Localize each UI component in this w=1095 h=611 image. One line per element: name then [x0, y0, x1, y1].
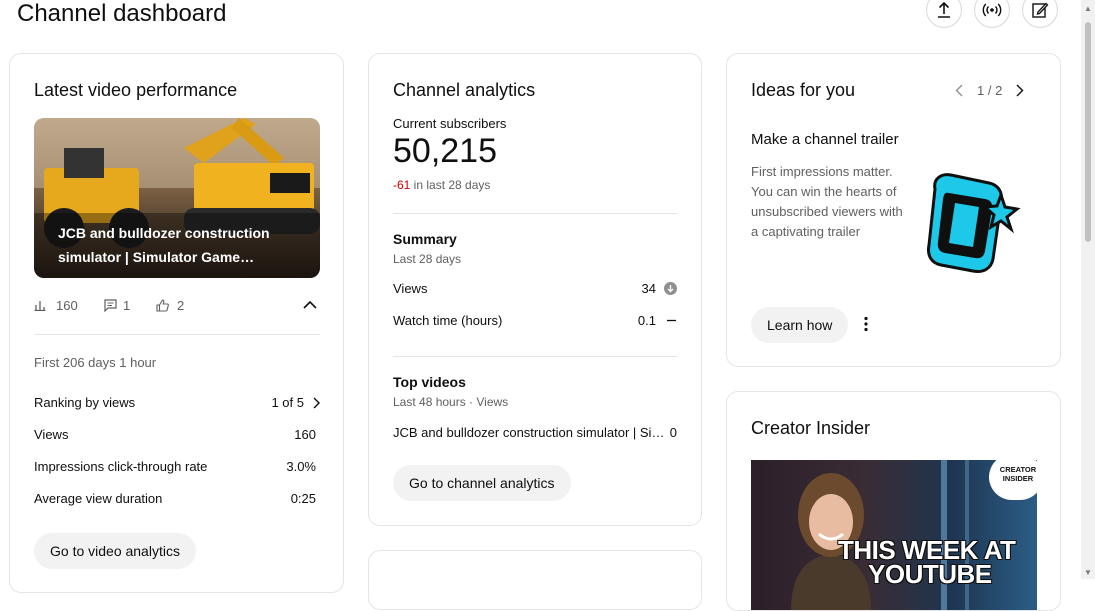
learn-how-button[interactable]: Learn how	[751, 307, 849, 343]
metric-value: 1 of 5	[271, 395, 304, 410]
scroll-down-arrow-icon[interactable]: ▼	[1084, 568, 1092, 577]
metric-label: Ranking by views	[34, 395, 136, 410]
metric-row-avd: Average view duration 0:25	[34, 491, 316, 506]
ideas-pager: 1 / 2	[955, 83, 1024, 98]
live-icon	[982, 3, 1002, 17]
subscribers-label: Current subscribers	[393, 116, 507, 131]
badge-line-2: INSIDER	[1002, 474, 1034, 483]
subscribers-count: 50,215	[393, 132, 497, 170]
pager-text: 1 / 2	[977, 83, 1003, 98]
edit-icon	[1032, 2, 1049, 18]
summary-row-views: Views 34	[393, 281, 677, 296]
thumbnail-title: JCB and bulldozer construction simulator…	[58, 225, 270, 265]
views-count: 160	[56, 298, 78, 313]
ideas-card: Ideas for you 1 / 2 Make a channel trail…	[726, 53, 1061, 367]
card-title: Creator Insider	[751, 418, 871, 438]
latest-video-card: Latest video performance JCB and bulldoz…	[9, 53, 344, 593]
next-card	[368, 550, 702, 610]
metric-row-ctr: Impressions click-through rate 3.0%	[34, 459, 316, 474]
more-options-button[interactable]	[863, 316, 869, 337]
scroll-up-arrow-icon[interactable]: ▲	[1084, 4, 1092, 13]
comments-count: 1	[123, 298, 131, 313]
overlay-line-2: YOUTUBE	[868, 559, 992, 589]
divider	[34, 334, 320, 335]
chevron-up-icon	[303, 300, 317, 309]
scrollbar-thumb[interactable]	[1085, 22, 1091, 242]
summary-value: 0.1	[637, 313, 656, 328]
summary-label: Views	[393, 281, 428, 296]
upload-button[interactable]	[926, 0, 962, 28]
upload-icon	[938, 1, 950, 18]
summary-title: Summary	[393, 231, 457, 247]
top-video-title: JCB and bulldozer construction simulator…	[393, 425, 665, 440]
arrow-down-circle-icon	[664, 282, 677, 295]
badge-line-1: CREATOR	[999, 465, 1037, 474]
subscribers-change: -61 in last 28 days	[393, 178, 490, 192]
more-vert-icon	[864, 316, 868, 332]
creator-insider-card: Creator Insider CREATOR INSIDER THIS WEE…	[726, 391, 1061, 611]
card-title: Ideas for you	[751, 80, 856, 100]
page-scrollbar[interactable]: ▲ ▼	[1081, 0, 1095, 579]
create-post-button[interactable]	[1022, 0, 1058, 28]
idea-heading: Make a channel trailer	[751, 131, 899, 148]
comments-icon	[104, 299, 117, 315]
top-videos-title: Top videos	[393, 374, 466, 390]
idea-body: First impressions matter. You can win th…	[751, 164, 903, 239]
top-video-row[interactable]: JCB and bulldozer construction simulator…	[393, 425, 677, 440]
chevron-right-icon	[313, 397, 320, 408]
summary-row-watch-time: Watch time (hours) 0.1	[393, 313, 677, 328]
change-suffix: in last 28 days	[410, 178, 491, 192]
creator-video-thumbnail[interactable]: CREATOR INSIDER THIS WEEK AT YOUTUBE	[751, 460, 1037, 610]
go-live-button[interactable]	[974, 0, 1010, 28]
metric-value: 160	[294, 427, 316, 442]
metric-label: Views	[34, 427, 69, 442]
metric-row-ranking[interactable]: Ranking by views 1 of 5	[34, 395, 320, 410]
likes-count: 2	[177, 298, 185, 313]
summary-value: 34	[641, 281, 656, 296]
page-title: Channel dashboard	[17, 0, 227, 27]
metric-value: 3.0%	[286, 459, 316, 474]
card-title: Latest video performance	[34, 80, 238, 100]
change-value: -61	[393, 178, 411, 192]
chevron-right-icon[interactable]	[1016, 84, 1024, 97]
top-actions	[926, 0, 1058, 28]
views-icon	[34, 299, 46, 314]
top-video-views: 0	[669, 425, 677, 440]
divider	[393, 213, 677, 214]
go-to-video-analytics-button[interactable]: Go to video analytics	[34, 533, 196, 569]
top-videos-period: Last 48 hours · Views	[393, 395, 509, 409]
metric-row-views: Views 160	[34, 427, 316, 442]
creator-insider-badge: CREATOR INSIDER	[989, 460, 1037, 500]
metric-label: Average view duration	[34, 491, 163, 506]
dash-icon	[667, 319, 676, 322]
video-stats: 160 1 2	[34, 298, 320, 316]
go-to-channel-analytics-button[interactable]: Go to channel analytics	[393, 465, 571, 501]
metric-value: 0:25	[290, 491, 316, 506]
period-label: First 206 days 1 hour	[34, 355, 157, 370]
likes-icon	[156, 299, 169, 315]
divider	[393, 356, 677, 357]
card-title: Channel analytics	[393, 80, 536, 100]
channel-analytics-card: Channel analytics Current subscribers 50…	[368, 53, 702, 526]
trailer-illustration-icon	[927, 173, 1021, 273]
chevron-left-icon[interactable]	[955, 84, 963, 97]
summary-label: Watch time (hours)	[393, 313, 503, 328]
metric-label: Impressions click-through rate	[34, 459, 208, 474]
summary-period: Last 28 days	[393, 252, 462, 266]
collapse-button[interactable]	[302, 299, 318, 314]
video-thumbnail[interactable]: JCB and bulldozer construction simulator…	[34, 118, 320, 278]
